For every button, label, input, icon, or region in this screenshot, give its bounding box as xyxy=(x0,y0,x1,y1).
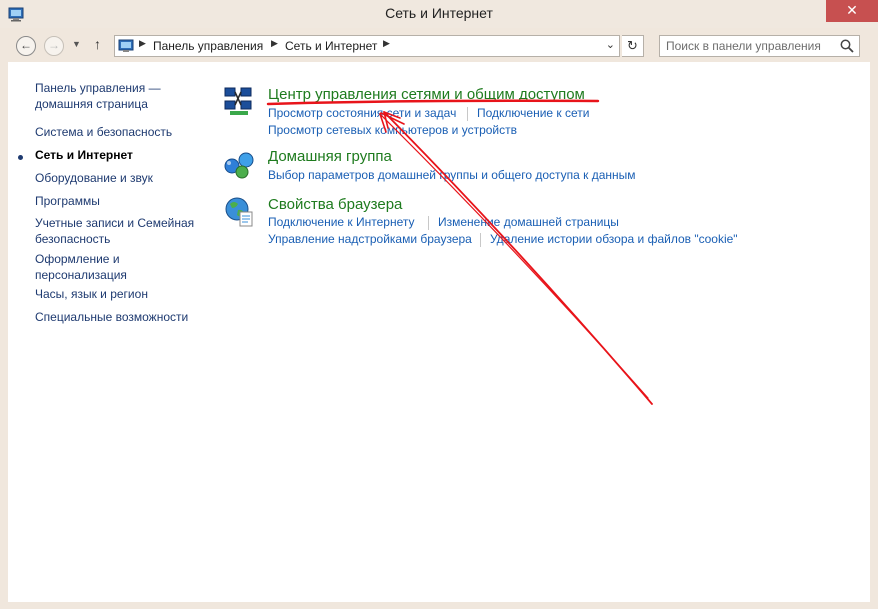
sidebar-item-network-internet[interactable]: Сеть и Интернет xyxy=(35,147,205,163)
recent-locations-button[interactable]: ▼ xyxy=(72,39,81,49)
homegroup-options-link[interactable]: Выбор параметров домашней группы и общег… xyxy=(268,168,636,182)
window-title: Сеть и Интернет xyxy=(385,5,493,21)
navigation-bar: ← → ▼ ↑ ▶ Панель управления ▶ Сеть и Инт… xyxy=(8,28,870,62)
task-separator xyxy=(480,233,481,247)
sidebar-item-programs[interactable]: Программы xyxy=(35,193,205,209)
forward-button[interactable]: → xyxy=(44,36,64,56)
homegroup-icon[interactable] xyxy=(222,146,256,180)
change-homepage-link[interactable]: Изменение домашней страницы xyxy=(438,215,619,229)
back-button[interactable]: ← xyxy=(16,36,36,56)
sidebar-item-system-security[interactable]: Система и безопасность xyxy=(35,124,205,140)
breadcrumb-network-internet[interactable]: Сеть и Интернет xyxy=(285,39,377,53)
search-box xyxy=(659,35,860,57)
connect-to-network-link[interactable]: Подключение к сети xyxy=(477,106,589,120)
close-icon: ✕ xyxy=(846,2,858,18)
refresh-button[interactable]: ↻ xyxy=(622,35,644,57)
title-bar: Сеть и Интернет ✕ xyxy=(0,0,878,28)
arrow-left-icon: ← xyxy=(20,38,32,52)
chevron-down-icon: ▼ xyxy=(72,39,81,49)
breadcrumb-control-panel[interactable]: Панель управления xyxy=(153,39,263,53)
arrow-right-icon: → xyxy=(48,38,60,52)
control-panel-icon xyxy=(118,39,134,52)
sidebar-item-appearance[interactable]: Оформление и персонализация xyxy=(35,251,205,283)
breadcrumb-separator-icon: ▶ xyxy=(139,38,146,48)
sidebar-item-user-accounts[interactable]: Учетные записи и Семейная безопасность xyxy=(35,215,205,247)
task-separator xyxy=(467,107,468,121)
active-bullet xyxy=(18,155,23,160)
refresh-icon: ↻ xyxy=(627,38,638,53)
view-network-computers-link[interactable]: Просмотр сетевых компьютеров и устройств xyxy=(268,123,517,137)
address-dropdown-icon[interactable]: ⌄ xyxy=(606,38,615,51)
task-separator xyxy=(428,216,429,230)
arrow-up-icon: ↑ xyxy=(94,36,101,52)
network-center-title[interactable]: Центр управления сетями и общим доступом xyxy=(268,86,585,103)
search-icon[interactable] xyxy=(839,38,855,54)
up-button[interactable]: ↑ xyxy=(94,36,101,52)
internet-options-title[interactable]: Свойства браузера xyxy=(268,196,402,213)
delete-browsing-history-link[interactable]: Удаление истории обзора и файлов "cookie… xyxy=(490,232,738,246)
view-network-status-link[interactable]: Просмотр состояния сети и задач xyxy=(268,106,456,120)
internet-options-icon[interactable] xyxy=(222,194,256,228)
network-center-icon[interactable] xyxy=(222,84,256,118)
breadcrumb-separator-icon: ▶ xyxy=(271,38,278,48)
sidebar-item-home[interactable]: Панель управления — домашняя страница xyxy=(35,80,205,112)
address-bar[interactable]: ▶ Панель управления ▶ Сеть и Интернет ▶ … xyxy=(114,35,620,57)
sidebar-item-hardware-sound[interactable]: Оборудование и звук xyxy=(35,170,205,186)
close-button[interactable]: ✕ xyxy=(826,0,878,22)
search-input[interactable] xyxy=(660,36,835,56)
sidebar-item-clock-region[interactable]: Часы, язык и регион xyxy=(35,286,205,302)
sidebar-item-accessibility[interactable]: Специальные возможности xyxy=(35,309,205,325)
homegroup-title[interactable]: Домашняя группа xyxy=(268,148,392,165)
breadcrumb-separator-icon: ▶ xyxy=(383,38,390,48)
connect-to-internet-link[interactable]: Подключение к Интернету xyxy=(268,215,415,229)
manage-addons-link[interactable]: Управление надстройками браузера xyxy=(268,232,472,246)
content-area: Панель управления — домашняя страница Си… xyxy=(8,62,870,602)
